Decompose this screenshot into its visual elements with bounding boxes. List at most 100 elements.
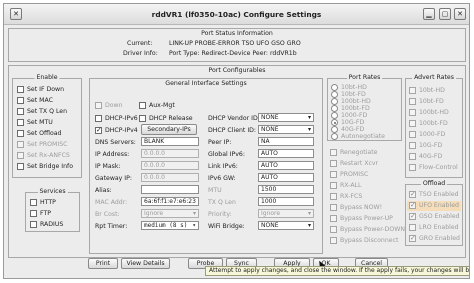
- alias-field[interactable]: [141, 185, 199, 194]
- rx-fcs-checkbox[interactable]: [330, 193, 337, 200]
- ftp-checkbox[interactable]: [30, 210, 37, 217]
- mac-addr-field[interactable]: 6a:6f:f1:e7:e6:23: [141, 197, 199, 206]
- rate-40g-fd-radio[interactable]: [331, 126, 338, 133]
- port-configurables-group: Port Configurables Enable Set IF Down Se…: [8, 65, 466, 258]
- rate-autonegotiate-radio[interactable]: [331, 133, 338, 140]
- set-promisc-checkbox[interactable]: [17, 141, 24, 148]
- gso-enabled-checkbox[interactable]: [409, 212, 416, 220]
- aux-mgt-checkbox[interactable]: [139, 102, 146, 109]
- mtu-label: MTU: [208, 187, 222, 194]
- set-if-down-checkbox[interactable]: [17, 86, 24, 93]
- renegotiate-checkbox[interactable]: [330, 149, 337, 156]
- advert-100bt-hd-checkbox[interactable]: [409, 109, 416, 116]
- services-title: Services: [37, 188, 68, 195]
- bypass-power-up-label: Bypass Power-UP: [340, 215, 393, 222]
- tso-enabled-checkbox[interactable]: [409, 190, 416, 198]
- ufo-enabled-checkbox[interactable]: [409, 201, 416, 209]
- http-checkbox[interactable]: [30, 199, 37, 206]
- down-checkbox[interactable]: [95, 102, 102, 109]
- lro-enabled-checkbox[interactable]: [409, 224, 416, 231]
- restart-xcvr-checkbox[interactable]: [330, 160, 337, 167]
- set-tx-q-len-checkbox[interactable]: [17, 108, 24, 115]
- port-rates-title: Port Rates: [346, 74, 383, 81]
- wifi-bridge-select[interactable]: NONE: [258, 221, 314, 230]
- dns-servers-label: DNS Servers:: [95, 139, 136, 146]
- advert-40g-fd-checkbox[interactable]: [409, 153, 416, 160]
- dns-servers-field[interactable]: BLANK: [141, 137, 199, 146]
- maximize-icon[interactable]: ▢: [439, 8, 451, 20]
- set-rx-anfcs-checkbox[interactable]: [17, 152, 24, 159]
- secondary-ips-button[interactable]: Secondary-IPs: [141, 124, 197, 135]
- ftp-label: FTP: [40, 210, 51, 217]
- tx-q-len-field[interactable]: 1000: [258, 197, 314, 206]
- dhcp-ipv4-checkbox[interactable]: [95, 126, 102, 134]
- gro-enabled-checkbox[interactable]: [409, 234, 416, 242]
- bypass-disconnect-checkbox[interactable]: [330, 237, 337, 244]
- advert-100bt-fd-checkbox[interactable]: [409, 120, 416, 127]
- advert-1000-fd-label: 1000-FD: [419, 131, 446, 138]
- rate-10bt-fd-radio[interactable]: [331, 91, 338, 98]
- ipv6-gw-field[interactable]: AUTO: [258, 173, 314, 182]
- link-ipv6-label: Link IPv6:: [208, 163, 238, 170]
- global-ipv6-field[interactable]: AUTO: [258, 149, 314, 158]
- rate-40g-fd-label: 40G-FD: [341, 126, 365, 133]
- advert-1000-fd-checkbox[interactable]: [409, 131, 416, 138]
- advert-10bt-hd-checkbox[interactable]: [409, 87, 416, 94]
- ip-mask-field[interactable]: 0.0.0.0: [141, 161, 199, 170]
- promisc-checkbox[interactable]: [330, 171, 337, 178]
- ip-address-field[interactable]: 0.0.0.0: [141, 149, 199, 158]
- set-mac-checkbox[interactable]: [17, 97, 24, 104]
- set-mtu-checkbox[interactable]: [17, 119, 24, 126]
- mac-addr-label: MAC Addr:: [95, 199, 128, 206]
- port-configurables-title: Port Configurables: [208, 67, 266, 74]
- aux-mgt-label: Aux-Mgt: [149, 102, 175, 109]
- rate-10bt-hd-label: 10bt-HD: [341, 84, 367, 91]
- offload-title: Offload: [420, 180, 448, 187]
- http-label: HTTP: [40, 199, 56, 206]
- bypass-power-down-checkbox[interactable]: [330, 226, 337, 233]
- close-window-icon[interactable]: ✕: [454, 8, 466, 20]
- gateway-ip-field[interactable]: 0.0.0.0: [141, 173, 199, 182]
- alias-label: Alias:: [95, 187, 112, 194]
- rate-10bt-hd-radio[interactable]: [331, 84, 338, 91]
- priority-select[interactable]: Ignore: [258, 209, 314, 218]
- minimize-icon[interactable]: ▁: [423, 8, 435, 20]
- print-button[interactable]: Print: [88, 258, 118, 269]
- radius-checkbox[interactable]: [30, 221, 37, 228]
- set-offload-checkbox[interactable]: [17, 130, 24, 137]
- rx-all-checkbox[interactable]: [330, 182, 337, 189]
- flow-control-checkbox[interactable]: [409, 164, 416, 171]
- bypass-power-down-label: Bypass Power-DOWN: [340, 226, 405, 233]
- dhcp-ipv6-label: DHCP-IPv6: [105, 115, 138, 122]
- rate-10bt-fd-label: 10bt-FD: [341, 91, 366, 98]
- dhcp-vendor-id-select[interactable]: NONE: [258, 113, 314, 122]
- mtu-field[interactable]: 1500: [258, 185, 314, 194]
- advert-10bt-fd-checkbox[interactable]: [409, 98, 416, 105]
- peer-ip-label: Peer IP:: [208, 139, 232, 146]
- rpt-timer-select[interactable]: medium (8 s): [141, 221, 199, 230]
- set-bridge-info-checkbox[interactable]: [17, 163, 24, 170]
- set-tx-q-len-label: Set TX Q Len: [27, 108, 68, 115]
- rate-10g-fd-radio[interactable]: [331, 119, 338, 126]
- dhcp-release-checkbox[interactable]: [139, 115, 146, 122]
- dhcp-ipv6-checkbox[interactable]: [95, 115, 102, 122]
- bypass-power-up-checkbox[interactable]: [330, 215, 337, 222]
- lro-enabled-label: LRO Enabled: [419, 224, 459, 231]
- rate-100bt-fd-radio[interactable]: [331, 105, 338, 112]
- dhcp-client-id-select[interactable]: NONE: [258, 125, 314, 134]
- rate-100bt-hd-radio[interactable]: [331, 98, 338, 105]
- rate-1000-fd-label: 1000-FD: [341, 112, 368, 119]
- br-cost-select[interactable]: Ignore: [141, 209, 199, 218]
- title-bar[interactable]: ✕ rddVR1 (lf0350-10ac) Configure Setting…: [4, 4, 469, 25]
- view-details-button[interactable]: View Details: [121, 258, 170, 269]
- advert-10g-fd-checkbox[interactable]: [409, 142, 416, 149]
- global-ipv6-label: Global IPv6:: [208, 151, 245, 158]
- rate-100bt-fd-label: 100bt-FD: [341, 105, 370, 112]
- rate-1000-fd-radio[interactable]: [331, 112, 338, 119]
- bypass-now-checkbox[interactable]: [330, 204, 337, 211]
- peer-ip-field[interactable]: NA: [258, 137, 314, 146]
- configure-settings-window: ✕ rddVR1 (lf0350-10ac) Configure Setting…: [3, 3, 470, 279]
- link-ipv6-field[interactable]: AUTO: [258, 161, 314, 170]
- port-status-title: Port Status Information: [201, 30, 273, 37]
- rx-fcs-label: RX-FCS: [340, 193, 363, 200]
